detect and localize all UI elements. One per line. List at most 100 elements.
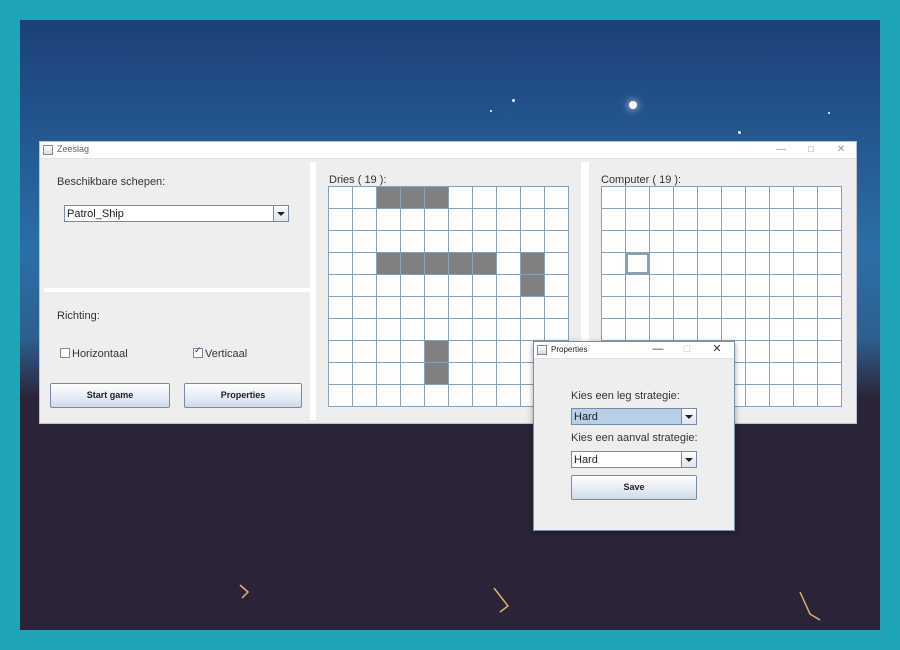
grid-cell[interactable] [425,319,449,341]
grid-cell[interactable] [770,275,794,297]
grid-cell[interactable] [449,319,473,341]
grid-cell[interactable] [497,297,521,319]
grid-cell[interactable] [794,297,818,319]
ship-cell[interactable] [425,363,449,385]
grid-cell[interactable] [425,231,449,253]
grid-cell[interactable] [794,319,818,341]
grid-cell[interactable] [794,385,818,407]
grid-cell[interactable] [626,231,650,253]
grid-cell[interactable] [377,363,401,385]
grid-cell[interactable] [722,297,746,319]
grid-cell[interactable] [818,231,842,253]
grid-cell[interactable] [746,341,770,363]
grid-cell[interactable] [353,341,377,363]
grid-cell[interactable] [770,231,794,253]
grid-cell[interactable] [794,341,818,363]
grid-cell[interactable] [377,319,401,341]
grid-cell[interactable] [746,209,770,231]
grid-cell[interactable] [521,297,545,319]
grid-cell[interactable] [377,297,401,319]
grid-cell[interactable] [449,363,473,385]
grid-cell[interactable] [353,231,377,253]
grid-cell[interactable] [698,209,722,231]
grid-cell[interactable] [674,209,698,231]
grid-cell[interactable] [650,275,674,297]
grid-cell[interactable] [401,341,425,363]
chevron-down-icon[interactable] [681,409,696,424]
grid-cell[interactable] [473,275,497,297]
grid-cell[interactable] [722,253,746,275]
grid-cell[interactable] [377,341,401,363]
grid-cell[interactable] [626,209,650,231]
grid-cell[interactable] [674,253,698,275]
attack-strategy-select[interactable]: Hard [571,451,697,468]
dialog-minimize-button[interactable]: — [643,342,673,358]
grid-cell[interactable] [353,275,377,297]
grid-cell[interactable] [602,187,626,209]
grid-cell[interactable] [794,231,818,253]
grid-cell[interactable] [329,363,353,385]
grid-cell[interactable] [770,297,794,319]
grid-cell[interactable] [377,385,401,407]
horizontal-checkbox[interactable]: Horizontaal [60,348,128,360]
grid-cell[interactable] [722,319,746,341]
grid-cell[interactable] [674,231,698,253]
grid-cell[interactable] [674,297,698,319]
grid-cell[interactable] [449,275,473,297]
grid-cell[interactable] [545,209,569,231]
grid-cell[interactable] [650,253,674,275]
grid-cell[interactable] [770,209,794,231]
chevron-down-icon[interactable] [681,452,696,467]
grid-cell[interactable] [818,341,842,363]
grid-cell[interactable] [329,187,353,209]
grid-cell[interactable] [770,385,794,407]
grid-cell[interactable] [818,363,842,385]
dialog-maximize-button[interactable]: □ [672,342,702,358]
dialog-title-bar[interactable]: Properties — □ ✕ [534,342,734,359]
close-button[interactable]: ✕ [826,142,856,158]
grid-cell[interactable] [698,319,722,341]
grid-cell[interactable] [497,253,521,275]
grid-cell[interactable] [449,187,473,209]
grid-cell[interactable] [770,363,794,385]
grid-cell[interactable] [650,297,674,319]
grid-cell[interactable] [401,231,425,253]
grid-cell[interactable] [722,209,746,231]
grid-cell[interactable] [401,297,425,319]
grid-cell[interactable] [746,385,770,407]
grid-cell[interactable] [818,297,842,319]
grid-cell[interactable] [353,319,377,341]
grid-cell[interactable] [650,319,674,341]
grid-cell[interactable] [746,297,770,319]
ship-cell[interactable] [449,253,473,275]
ship-cell[interactable] [377,187,401,209]
grid-cell[interactable] [602,231,626,253]
grid-cell[interactable] [521,319,545,341]
grid-cell[interactable] [473,363,497,385]
grid-cell[interactable] [401,319,425,341]
grid-cell[interactable] [521,209,545,231]
grid-cell[interactable] [497,363,521,385]
grid-cell[interactable] [329,319,353,341]
grid-cell[interactable] [794,209,818,231]
grid-cell[interactable] [818,319,842,341]
vertical-checkbox[interactable]: Verticaal [193,345,247,360]
grid-cell[interactable] [329,275,353,297]
grid-cell[interactable] [377,275,401,297]
grid-cell[interactable] [794,275,818,297]
maximize-button[interactable]: □ [796,142,826,158]
grid-cell[interactable] [497,341,521,363]
grid-cell[interactable] [473,341,497,363]
minimize-button[interactable]: — [766,142,796,158]
grid-cell[interactable] [674,319,698,341]
grid-cell[interactable] [746,187,770,209]
ship-cell[interactable] [425,341,449,363]
grid-cell[interactable] [329,231,353,253]
grid-cell[interactable] [794,187,818,209]
grid-cell[interactable] [329,209,353,231]
grid-cell[interactable] [602,297,626,319]
grid-cell[interactable] [674,275,698,297]
dialog-close-button[interactable]: ✕ [702,342,732,358]
grid-cell[interactable] [722,231,746,253]
grid-cell[interactable] [497,187,521,209]
